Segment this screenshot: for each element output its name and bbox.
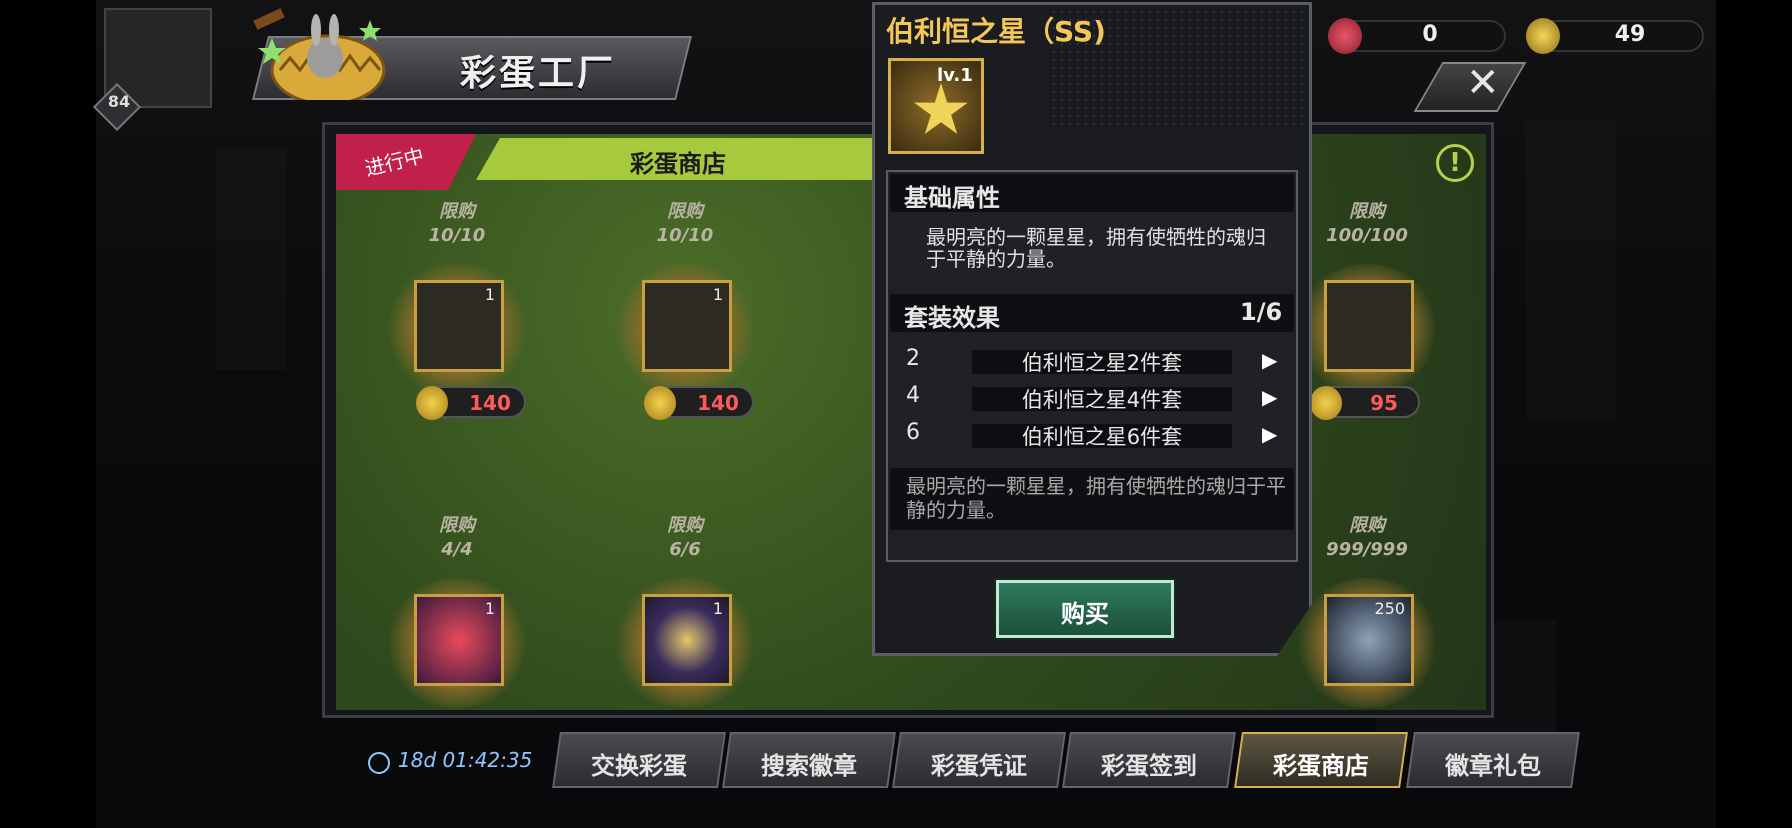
shop-item[interactable]: 限购 4/4 1 (382, 514, 532, 714)
set-row-count: 4 (906, 383, 920, 408)
rabbit-token-icon (1328, 18, 1362, 54)
letterbox-left (0, 0, 96, 828)
play-icon[interactable]: ▶ (1262, 422, 1277, 446)
item-limit: 限购 100/100 (1326, 201, 1408, 246)
item-name: 伯利恒之星（SS) (886, 15, 1106, 48)
golden-egg-icon (1310, 386, 1342, 420)
page-title: 彩蛋工厂 (460, 53, 617, 94)
player-level: 84 (107, 92, 131, 111)
golden-egg-icon (1526, 18, 1560, 54)
price-tag: 140 (644, 386, 754, 420)
item-limit: 限购 999/999 (1326, 515, 1408, 560)
flavor-text: 最明亮的一颗星星，拥有使牺牲的魂归于平静的力量。 (906, 474, 1286, 522)
item-limit: 限购 10/10 (656, 201, 714, 246)
medal-card-icon: 1 (414, 280, 504, 372)
lips-badge-icon: 1 (414, 594, 504, 686)
shop-item[interactable]: 限购 100/100 95 (1292, 200, 1442, 420)
event-timer: 18d 01:42:35 (398, 748, 533, 772)
buy-button-label[interactable]: 购买 (996, 594, 1174, 629)
set-row-name: 伯利恒之星4件套 (1021, 388, 1183, 412)
set-row-count: 6 (906, 420, 920, 445)
tab-label[interactable]: 彩蛋凭证 (896, 746, 1062, 781)
set-row-name: 伯利恒之星6件套 (1021, 425, 1183, 449)
egg-rabbit-icon (253, 8, 386, 100)
shop-title: 彩蛋商店 (630, 150, 726, 178)
star-icon (914, 83, 968, 134)
poker-chip-icon: 1 (642, 594, 732, 686)
star-badge-icon (1324, 280, 1414, 372)
tab-label[interactable]: 彩蛋签到 (1066, 746, 1232, 781)
set-progress: 1/6 (1240, 298, 1283, 326)
tab-label[interactable]: 交换彩蛋 (556, 746, 722, 781)
tab-label[interactable]: 搜索徽章 (726, 746, 892, 781)
item-limit: 限购 10/10 (428, 201, 486, 246)
medal-card-icon: 1 (642, 280, 732, 372)
shop-item[interactable]: 限购 10/10 1 140 (382, 200, 532, 420)
item-limit: 限购 6/6 (667, 515, 703, 560)
crystal-shard-icon: 250 (1324, 594, 1414, 686)
set-row-name: 伯利恒之星2件套 (1021, 351, 1183, 375)
golden-egg-icon (644, 386, 676, 420)
price-tag: 95 (1310, 386, 1420, 420)
price-tag: 140 (416, 386, 526, 420)
tab-label[interactable]: 徽章礼包 (1410, 746, 1576, 781)
currency-egg-value: 49 (1614, 22, 1646, 47)
letterbox-right (1716, 0, 1792, 828)
set-row-count: 2 (906, 346, 920, 371)
shop-item[interactable]: 限购 6/6 1 (610, 514, 760, 714)
currency-rabbit-value: 0 (1422, 22, 1438, 47)
timer-icon (368, 752, 390, 774)
golden-egg-icon (416, 386, 448, 420)
play-icon[interactable]: ▶ (1262, 385, 1277, 409)
close-icon[interactable]: ✕ (1466, 60, 1500, 106)
base-attr-heading: 基础属性 (904, 184, 1000, 212)
star-badge-icon: lv.1 (888, 58, 984, 154)
item-description: 最明亮的一颗星星，拥有使牺牲的魂归于平静的力量。 (926, 225, 1266, 271)
play-icon[interactable]: ▶ (1262, 348, 1277, 372)
shop-item[interactable]: 限购 10/10 1 140 (610, 200, 760, 420)
set-effect-heading: 套装效果 (904, 304, 1000, 332)
shop-item[interactable]: 限购 999/999 250 (1292, 514, 1442, 714)
item-level: lv.1 (937, 65, 973, 86)
info-icon[interactable]: ! (1436, 144, 1474, 182)
item-limit: 限购 4/4 (439, 515, 475, 560)
tab-label[interactable]: 彩蛋商店 (1238, 746, 1404, 781)
